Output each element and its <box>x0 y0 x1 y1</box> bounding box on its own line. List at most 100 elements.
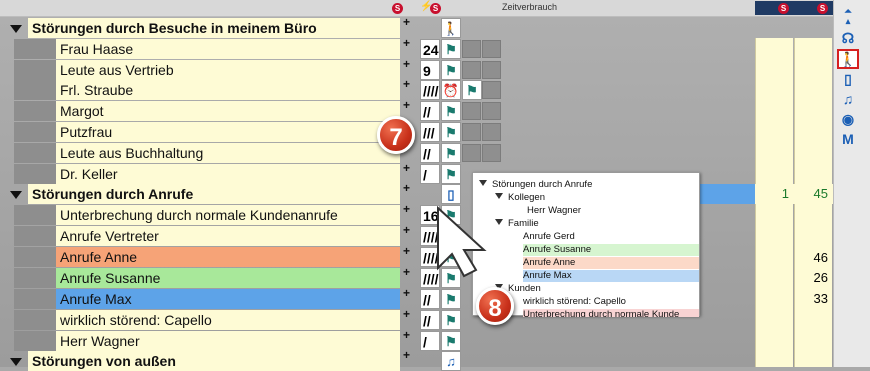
signpost-icon[interactable]: ⚑ <box>441 289 461 309</box>
category-row[interactable]: Anrufe Susanne + //// ⚑ <box>0 265 461 288</box>
grid-cell[interactable] <box>462 123 481 141</box>
count-value: 24 <box>420 39 440 59</box>
row-label: Anrufe Anne <box>56 247 400 267</box>
walking-person-icon[interactable]: 🚶 <box>837 49 859 69</box>
signpost-icon[interactable]: ⚑ <box>441 101 461 121</box>
grid-cell[interactable] <box>482 123 501 141</box>
count-value: // <box>420 289 440 309</box>
signpost-icon[interactable]: ⚑ <box>441 310 461 330</box>
popup-item[interactable]: Unterbrechung durch normale Kunde <box>523 309 699 317</box>
row-indent <box>14 226 57 246</box>
zeitverbrauch-header: Zeitverbrauch <box>502 2 558 12</box>
add-plus[interactable]: + <box>403 57 410 71</box>
s-badge: S <box>778 3 789 14</box>
row-indent <box>14 101 57 121</box>
signpost-icon[interactable]: ⚑ <box>441 331 461 351</box>
category-row[interactable]: Unterbrechung durch normale Kundenanrufe… <box>0 202 461 225</box>
signpost-icon[interactable]: ⚑ <box>441 164 461 184</box>
collapse-triangle-icon[interactable] <box>10 191 22 199</box>
expand-triangle-icon <box>495 219 503 225</box>
add-plus[interactable]: + <box>403 328 410 342</box>
add-plus[interactable]: + <box>403 181 410 195</box>
m-button[interactable]: M <box>838 130 858 148</box>
grid-cell[interactable] <box>482 40 501 58</box>
grid-cell[interactable] <box>482 102 501 120</box>
eye-icon[interactable]: ◉ <box>838 110 858 128</box>
popup-item[interactable]: Störungen durch Anrufe <box>479 179 592 191</box>
mouse-pointer-icon <box>437 206 487 278</box>
signpost-icon[interactable]: ⚑ <box>441 60 461 80</box>
phone-icon[interactable]: ▯ <box>838 70 858 88</box>
grid-cell[interactable] <box>462 144 481 162</box>
add-plus[interactable]: + <box>403 202 410 216</box>
grid-cell[interactable] <box>462 102 481 120</box>
popup-item[interactable]: Anrufe Max <box>523 270 699 282</box>
phone-icon[interactable]: ▯ <box>441 184 461 204</box>
category-row[interactable]: Dr. Keller + / ⚑ <box>0 161 461 184</box>
group-label: Störungen durch Besuche in meinem Büro <box>28 18 400 38</box>
category-row[interactable]: Margot + // ⚑ <box>0 98 501 121</box>
music-note-icon[interactable]: ♫ <box>838 90 858 108</box>
category-row[interactable]: Putzfrau + /// ⚑ <box>0 119 501 142</box>
signpost-icon[interactable]: ⚑ <box>441 143 461 163</box>
collapse-triangle-icon[interactable] <box>10 358 22 366</box>
category-row[interactable]: wirklich störend: Capello + // ⚑ <box>0 307 461 330</box>
signpost-icon[interactable]: ⚑ <box>441 39 461 59</box>
walking-person-icon[interactable]: 🚶 <box>441 18 461 38</box>
row-indent <box>14 122 57 142</box>
row-label: Anrufe Susanne <box>56 268 400 288</box>
group-row[interactable]: Störungen von außen + ♫ <box>0 348 461 371</box>
add-plus[interactable]: + <box>403 98 410 112</box>
category-row[interactable]: Anrufe Vertreter + //// ⚑ <box>0 223 461 246</box>
add-plus[interactable]: + <box>403 223 410 237</box>
music-note-icon[interactable]: ♫ <box>441 351 461 371</box>
add-plus[interactable]: + <box>403 161 410 175</box>
count-value: //// <box>420 80 440 100</box>
grid-cell[interactable] <box>482 144 501 162</box>
right-value: 1 <box>781 186 789 201</box>
category-row[interactable]: Leute aus Buchhaltung + // ⚑ <box>0 140 501 163</box>
grid-cell[interactable] <box>482 61 501 79</box>
popup-item[interactable]: Anrufe Gerd <box>523 231 699 243</box>
count-value: / <box>420 164 440 184</box>
person-voice-icon[interactable]: ☊ <box>838 29 858 47</box>
scroll-up-icon[interactable]: ▴ <box>838 12 858 30</box>
row-indent <box>14 80 57 100</box>
row-indent <box>14 289 57 309</box>
signpost-icon[interactable]: ⚑ <box>441 122 461 142</box>
grid-cell[interactable] <box>482 81 501 99</box>
category-row[interactable]: Herr Wagner + / ⚑ <box>0 328 461 351</box>
category-row[interactable]: Frl. Straube + //// ⏰ ⚑ <box>0 77 501 100</box>
category-row[interactable]: Leute aus Vertrieb + 9 ⚑ <box>0 57 501 80</box>
add-plus[interactable]: + <box>403 286 410 300</box>
group-row[interactable]: Störungen durch Anrufe + ▯ <box>0 181 461 204</box>
row-label: Leute aus Vertrieb <box>56 60 400 80</box>
add-plus[interactable]: + <box>403 265 410 279</box>
category-row[interactable]: Frau Haase + 24 ⚑ <box>0 36 501 59</box>
add-plus[interactable]: + <box>403 36 410 50</box>
grid-cell[interactable] <box>462 40 481 58</box>
signpost-icon[interactable]: ⚑ <box>462 80 482 100</box>
count-value: 9 <box>420 60 440 80</box>
popup-item[interactable]: Anrufe Anne <box>523 257 699 269</box>
row-label: Herr Wagner <box>56 331 400 351</box>
right-value: 46 <box>813 250 828 265</box>
add-plus[interactable]: + <box>403 348 410 362</box>
popup-item[interactable]: Anrufe Susanne <box>523 244 699 256</box>
add-plus[interactable]: + <box>403 307 410 321</box>
right-value: 33 <box>813 291 828 306</box>
row-indent <box>14 310 57 330</box>
alarm-clock-icon[interactable]: ⏰ <box>441 80 461 100</box>
popup-item[interactable]: wirklich störend: Capello <box>523 296 626 308</box>
category-row[interactable]: Anrufe Max + // ⚑ <box>0 286 461 309</box>
add-plus[interactable]: + <box>403 77 410 91</box>
popup-item[interactable]: Kollegen <box>495 192 545 204</box>
grid-cell[interactable] <box>462 61 481 79</box>
collapse-triangle-icon[interactable] <box>10 25 22 33</box>
add-plus[interactable]: + <box>403 244 410 258</box>
group-row[interactable]: Störungen durch Besuche in meinem Büro +… <box>0 15 461 38</box>
popup-item[interactable]: Herr Wagner <box>527 205 581 217</box>
add-plus[interactable]: + <box>403 15 410 29</box>
popup-item[interactable]: Familie <box>495 218 539 230</box>
category-row[interactable]: Anrufe Anne + //// ⚑ <box>0 244 461 267</box>
